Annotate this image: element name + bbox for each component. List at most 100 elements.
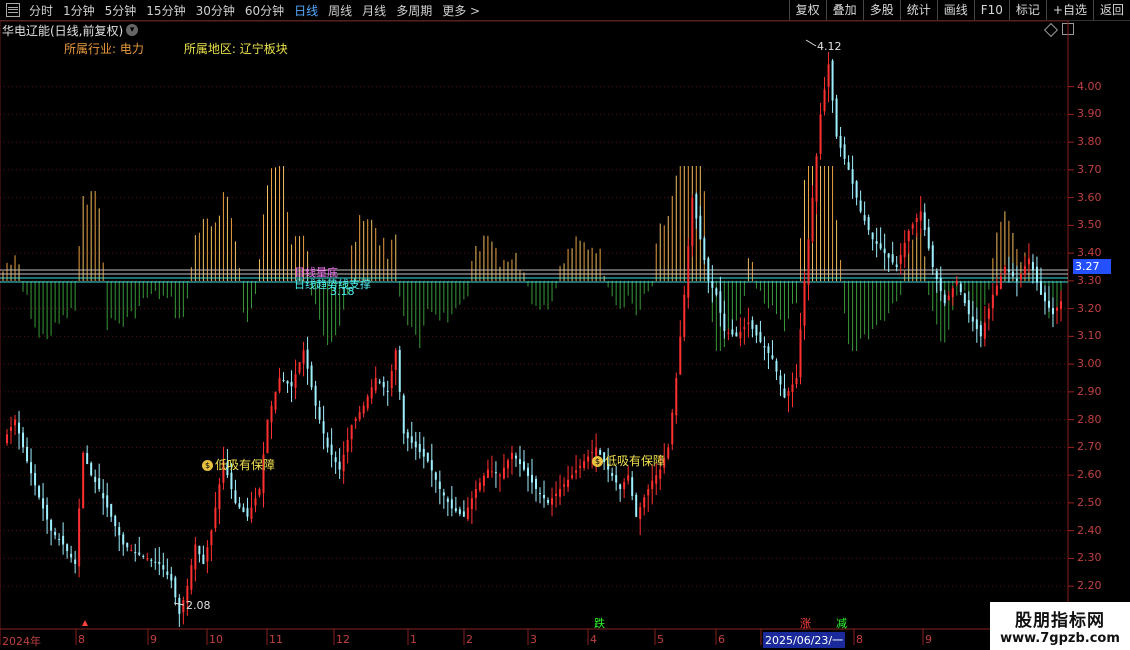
candle-body xyxy=(867,217,870,230)
candle-body xyxy=(286,380,289,384)
candle-body xyxy=(46,504,49,520)
candle-body xyxy=(478,482,481,491)
candle-body xyxy=(747,322,750,325)
candle-body xyxy=(811,197,814,242)
candle-body xyxy=(26,446,29,462)
candle-body xyxy=(767,346,770,354)
candle-body xyxy=(723,313,726,331)
candle-body xyxy=(254,498,257,506)
candle-body xyxy=(695,193,698,219)
candle-body xyxy=(615,475,618,483)
candle-body xyxy=(855,181,858,198)
candle-body xyxy=(10,427,13,431)
candle-body xyxy=(839,135,842,148)
candle-body xyxy=(386,390,389,392)
candle-body xyxy=(1055,307,1058,311)
candle-body xyxy=(987,308,990,319)
candle-body xyxy=(114,515,117,526)
candle-body xyxy=(719,291,722,313)
candle-body xyxy=(851,169,854,184)
candle-body xyxy=(462,511,465,517)
candle-body xyxy=(82,452,85,509)
candle-body xyxy=(647,489,650,496)
price-tick-label: 3.90 xyxy=(1077,107,1102,121)
candle-body xyxy=(414,441,417,448)
price-tick-label: 2.90 xyxy=(1077,384,1102,398)
candle-body xyxy=(655,475,658,484)
candle-body xyxy=(627,475,630,481)
candle-body xyxy=(334,457,337,463)
price-tick-label: 3.70 xyxy=(1077,162,1102,176)
candle-body xyxy=(518,459,521,465)
candle-body xyxy=(302,350,305,364)
candle-body xyxy=(402,395,405,434)
candle-body xyxy=(611,472,614,477)
candle-body xyxy=(639,507,642,520)
date-tick-label: 8 xyxy=(856,633,863,646)
candle-body xyxy=(831,60,834,101)
candle-body xyxy=(819,114,822,154)
candle-body xyxy=(298,362,301,373)
watermark-url: www.7gpzb.com xyxy=(1000,631,1120,646)
candle-body xyxy=(807,239,810,285)
date-tick-label: 11 xyxy=(269,633,283,646)
overlay-label-value: 3.18 xyxy=(330,285,355,298)
candle-body xyxy=(871,232,874,240)
candle-body xyxy=(1043,292,1046,302)
candle-body xyxy=(715,288,718,295)
candle-body xyxy=(1051,308,1054,315)
candle-body xyxy=(382,381,385,388)
date-tick-label: 1 xyxy=(410,633,417,646)
candle-body xyxy=(891,254,894,263)
candle-body xyxy=(370,387,373,399)
price-tick-label: 3.10 xyxy=(1077,329,1102,343)
candle-body xyxy=(947,295,950,301)
candle-body xyxy=(318,407,321,420)
date-tick-label: 5 xyxy=(657,633,664,646)
candle-body xyxy=(875,241,878,244)
candle-body xyxy=(354,418,357,422)
candle-body xyxy=(482,476,485,486)
event-marker-reduce[interactable]: 减 xyxy=(836,615,847,631)
candle-body xyxy=(170,574,173,581)
candle-body xyxy=(338,461,341,470)
candle-body xyxy=(86,453,89,465)
candle-body xyxy=(166,571,169,576)
candle-body xyxy=(502,467,505,479)
candle-body xyxy=(326,437,329,448)
candle-body xyxy=(859,200,862,212)
candle-body xyxy=(322,421,325,434)
candle-body xyxy=(498,475,501,477)
candle-body xyxy=(146,558,149,560)
price-tick-label: 2.30 xyxy=(1077,551,1102,565)
date-tick-label: 9 xyxy=(150,633,157,646)
event-marker-rise[interactable]: 涨 xyxy=(800,615,811,631)
candle-body xyxy=(306,349,309,369)
candle-body xyxy=(999,276,1002,289)
candle-body xyxy=(150,559,153,561)
candle-body xyxy=(66,544,69,551)
candle-body xyxy=(795,378,798,385)
candle-body xyxy=(711,280,714,288)
candle-body xyxy=(30,462,33,474)
candle-body xyxy=(206,547,209,562)
candle-body xyxy=(791,384,794,393)
candle-body xyxy=(474,489,477,498)
candle-body xyxy=(266,419,269,454)
event-marker-fall[interactable]: 跌 xyxy=(594,615,605,631)
candle-body xyxy=(743,327,746,330)
candle-body xyxy=(314,385,317,406)
candle-body xyxy=(775,360,778,372)
candle-body xyxy=(547,499,550,503)
candle-body xyxy=(803,280,806,326)
candle-body xyxy=(575,470,578,473)
price-tick-label: 3.20 xyxy=(1077,301,1102,315)
candle-body xyxy=(835,98,838,137)
candle-body xyxy=(42,498,45,509)
price-tick-label: 3.50 xyxy=(1077,218,1102,232)
candle-body xyxy=(430,460,433,471)
candle-body xyxy=(543,494,546,499)
candle-body xyxy=(106,495,109,508)
kline-chart[interactable] xyxy=(0,0,1130,650)
candle-body xyxy=(1015,278,1018,281)
